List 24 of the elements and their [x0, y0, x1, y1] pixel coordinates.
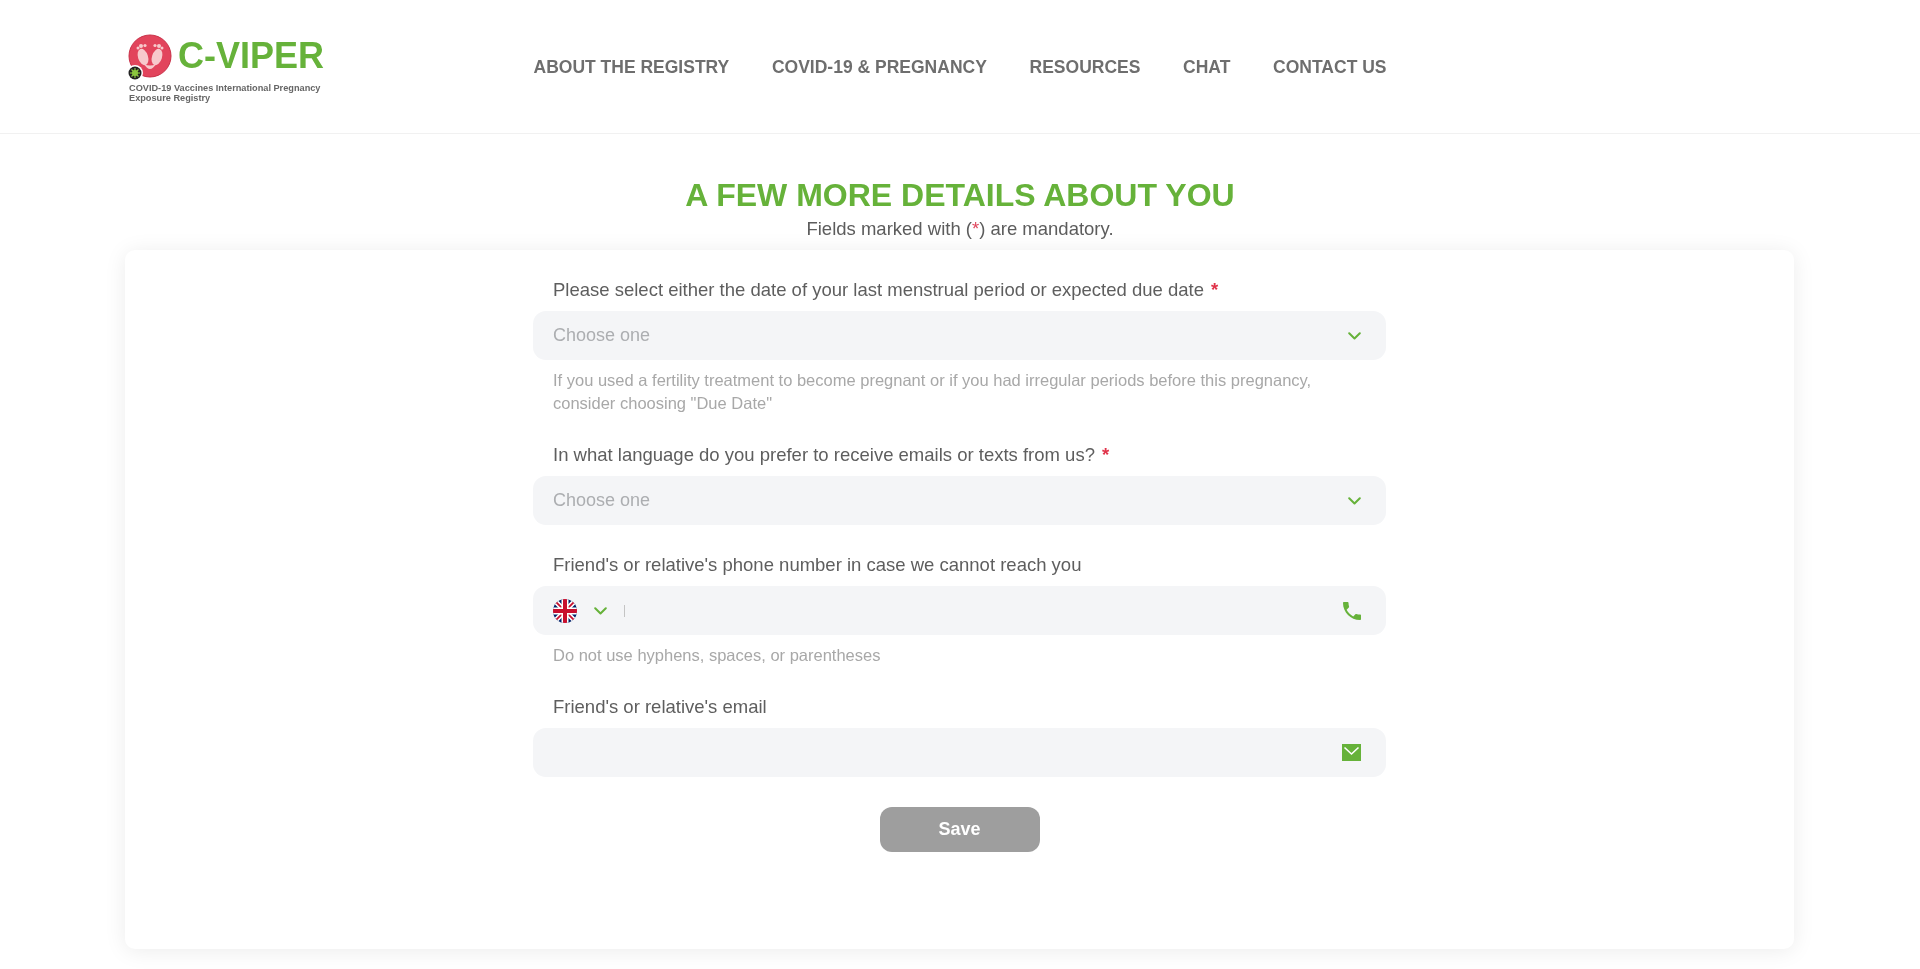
field-label: Please select either the date of your last menstrual period or expected due date *: [552, 279, 1220, 301]
mandatory-note: Fields marked with (*) are mandatory.: [806, 218, 1114, 240]
flag-icon[interactable]: [553, 598, 577, 623]
nav-link[interactable]: RESOURCES: [1029, 55, 1141, 78]
field-label: In what language do you prefer to receive emails or texts from us? *: [552, 444, 1111, 466]
email-field[interactable]: [533, 728, 1386, 777]
phone-icon: [1343, 601, 1361, 620]
logo-icon: [126, 34, 172, 82]
phone-field[interactable]: [533, 586, 1386, 635]
chevron-down-icon: [1348, 496, 1361, 505]
nav-link[interactable]: COVID-19 & PREGNANCY: [771, 55, 987, 78]
envelope-icon: [1342, 744, 1361, 761]
chevron-down-icon: [1348, 331, 1361, 340]
logo-text: C-VIPER: [178, 36, 325, 76]
field-label: Friend's or relative's phone number in case we cannot reach you: [552, 554, 1083, 576]
page-title: A FEW MORE DETAILS ABOUT YOU: [684, 176, 1236, 215]
field-label: Friend's or relative's email: [552, 696, 768, 718]
help-text: Do not use hyphens, spaces, or parentheses: [552, 645, 882, 666]
help-text: If you used a fertility treatment to become pregnant or if you had irregular periods before this pregnancy, consider choosing "Due Date": [552, 370, 1313, 414]
chevron-down-icon[interactable]: [594, 606, 607, 615]
logo-tagline: COVID-19 Vaccines International Pregnancy Exposure Registry: [128, 83, 322, 103]
nav-link[interactable]: ABOUT THE REGISTRY: [533, 55, 730, 78]
nav-link[interactable]: CONTACT US: [1273, 55, 1387, 78]
nav-link[interactable]: CHAT: [1183, 55, 1231, 78]
